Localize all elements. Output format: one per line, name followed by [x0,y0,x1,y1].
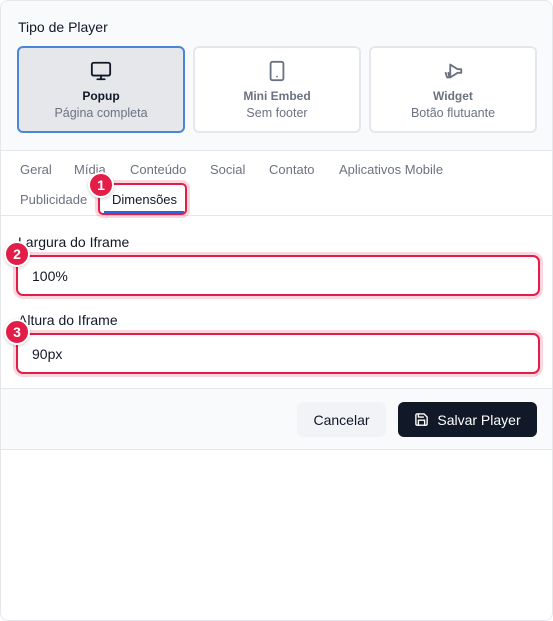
player-type-desc: Botão flutuante [410,105,496,120]
monitor-icon [90,61,112,80]
iframe-height-input[interactable] [16,333,540,374]
annotation-badge-2: 2 [4,241,30,267]
player-type-name: Popup [82,88,120,103]
save-button-label: Salvar Player [437,411,521,428]
player-type-name: Mini Embed [243,88,311,103]
annotation-badge-3: 3 [4,319,30,345]
player-settings-panel: Tipo de Player Popup Página completa Min… [0,0,553,621]
megaphone-icon [444,63,463,78]
tab-social[interactable]: Social [210,162,245,177]
save-player-button[interactable]: Salvar Player [398,402,537,437]
player-type-popup[interactable]: Popup Página completa [17,46,185,133]
settings-tabs: Geral Mídia Conteúdo Social Contato Apli… [1,151,552,216]
tab-conteudo[interactable]: Conteúdo [130,162,186,177]
cancel-button[interactable]: Cancelar [297,402,386,437]
save-icon [415,413,429,426]
iframe-width-input[interactable] [16,255,540,296]
player-type-name: Widget [433,88,473,103]
player-type-mini-embed[interactable]: Mini Embed Sem footer [193,46,361,133]
tablet-icon [269,60,285,81]
tab-contato[interactable]: Contato [269,162,315,177]
section-title: Tipo de Player [18,19,108,35]
tab-geral[interactable]: Geral [20,162,52,177]
player-type-desc: Página completa [54,105,148,120]
annotation-badge-1: 1 [88,172,114,198]
height-label: Altura do Iframe [18,312,118,328]
tab-publicidade[interactable]: Publicidade [20,192,87,207]
player-type-section: Tipo de Player Popup Página completa Min… [1,1,552,151]
player-type-desc: Sem footer [246,105,308,120]
player-type-widget[interactable]: Widget Botão flutuante [369,46,537,133]
width-label: Largura do Iframe [18,234,130,250]
tab-aplicativos-mobile[interactable]: Aplicativos Mobile [339,162,443,177]
